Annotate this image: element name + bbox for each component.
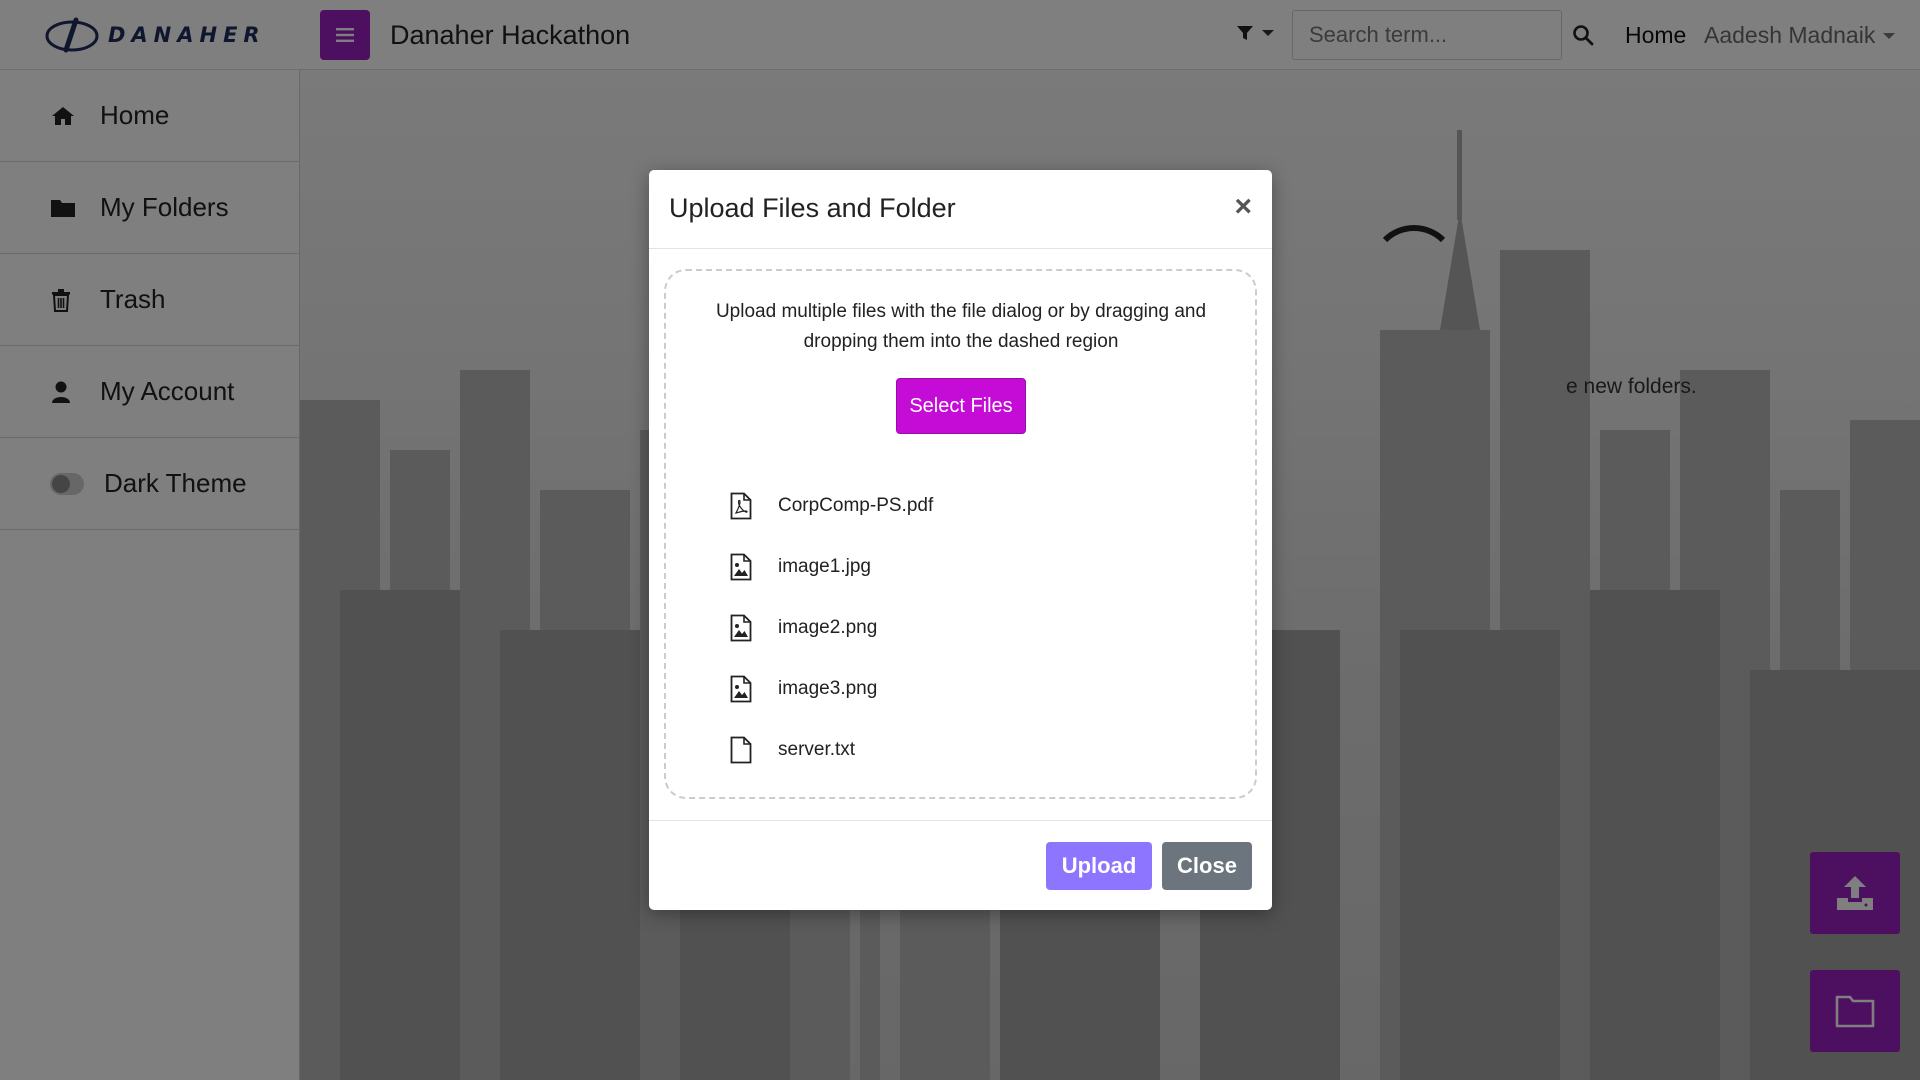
close-icon[interactable]: ×	[1234, 192, 1252, 222]
drop-zone[interactable]: Upload multiple files with the file dial…	[664, 269, 1257, 799]
close-button[interactable]: Close	[1162, 842, 1252, 890]
upload-button[interactable]: Upload	[1046, 842, 1152, 890]
drop-zone-description: Upload multiple files with the file dial…	[715, 301, 1207, 352]
file-name: image3.png	[778, 677, 878, 699]
image-file-icon	[728, 553, 754, 581]
pdf-file-icon	[728, 492, 754, 520]
list-item: CorpComp-PS.pdf	[728, 475, 933, 536]
image-file-icon	[728, 614, 754, 642]
upload-modal: Upload Files and Folder × Upload multipl…	[649, 170, 1272, 910]
modal-title: Upload Files and Folder	[669, 193, 956, 223]
list-item: image3.png	[728, 658, 933, 719]
select-files-button[interactable]: Select Files	[896, 378, 1026, 434]
file-name: image1.jpg	[778, 555, 871, 577]
text-file-icon	[728, 736, 754, 764]
file-name: server.txt	[778, 738, 856, 760]
modal-footer: Upload Close	[649, 820, 1272, 910]
list-item: image1.jpg	[728, 536, 933, 597]
file-list: CorpComp-PS.pdf image1.jpg image2.png im…	[728, 475, 933, 780]
file-name: image2.png	[778, 616, 878, 638]
list-item: image2.png	[728, 597, 933, 658]
modal-header: Upload Files and Folder ×	[649, 170, 1272, 249]
image-file-icon	[728, 675, 754, 703]
file-name: CorpComp-PS.pdf	[778, 494, 934, 516]
list-item: server.txt	[728, 719, 933, 780]
